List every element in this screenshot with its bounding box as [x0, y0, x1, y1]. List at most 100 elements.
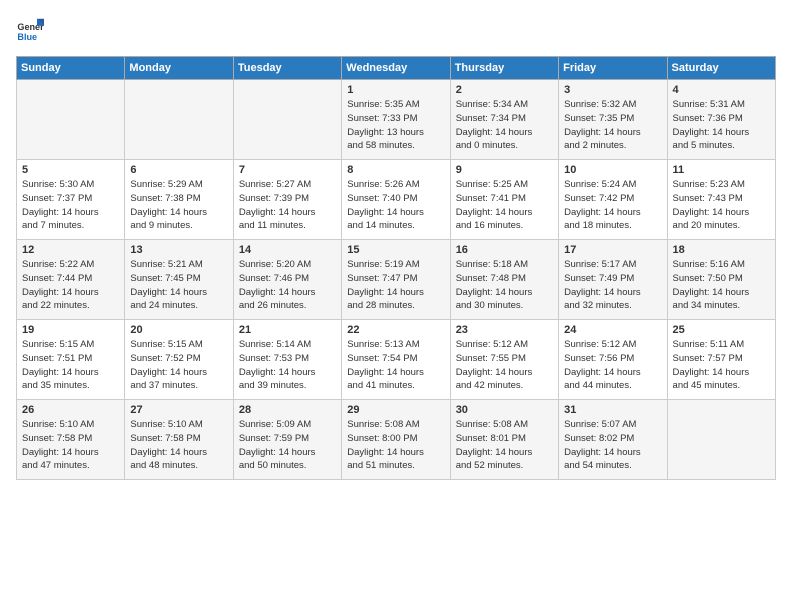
day-info: Sunrise: 5:10 AM Sunset: 7:58 PM Dayligh…	[22, 418, 119, 473]
day-info: Sunrise: 5:12 AM Sunset: 7:55 PM Dayligh…	[456, 338, 553, 393]
calendar-cell: 12 Sunrise: 5:22 AM Sunset: 7:44 PM Dayli…	[17, 240, 125, 320]
calendar-cell: 9 Sunrise: 5:25 AM Sunset: 7:41 PM Daylig…	[450, 160, 558, 240]
day-number: 28	[239, 404, 336, 416]
day-info: Sunrise: 5:27 AM Sunset: 7:39 PM Dayligh…	[239, 178, 336, 233]
day-info: Sunrise: 5:15 AM Sunset: 7:52 PM Dayligh…	[130, 338, 227, 393]
day-info: Sunrise: 5:08 AM Sunset: 8:01 PM Dayligh…	[456, 418, 553, 473]
header-wednesday: Wednesday	[342, 57, 450, 80]
day-info: Sunrise: 5:10 AM Sunset: 7:58 PM Dayligh…	[130, 418, 227, 473]
calendar-week-row: 5 Sunrise: 5:30 AM Sunset: 7:37 PM Daylig…	[17, 160, 776, 240]
day-number: 13	[130, 244, 227, 256]
calendar-cell: 31 Sunrise: 5:07 AM Sunset: 8:02 PM Dayli…	[559, 400, 667, 480]
header-friday: Friday	[559, 57, 667, 80]
calendar-cell: 5 Sunrise: 5:30 AM Sunset: 7:37 PM Daylig…	[17, 160, 125, 240]
day-info: Sunrise: 5:19 AM Sunset: 7:47 PM Dayligh…	[347, 258, 444, 313]
calendar-cell	[667, 400, 775, 480]
day-number: 5	[22, 164, 119, 176]
calendar-cell: 23Sunrise: 5:12 AM Sunset: 7:55 PM Dayli…	[450, 320, 558, 400]
day-number: 20	[130, 324, 227, 336]
day-number: 9	[456, 164, 553, 176]
day-info: Sunrise: 5:31 AM Sunset: 7:36 PM Dayligh…	[673, 98, 770, 153]
calendar-cell: 4 Sunrise: 5:31 AM Sunset: 7:36 PM Daylig…	[667, 80, 775, 160]
calendar-cell: 10Sunrise: 5:24 AM Sunset: 7:42 PM Dayli…	[559, 160, 667, 240]
day-info: Sunrise: 5:08 AM Sunset: 8:00 PM Dayligh…	[347, 418, 444, 473]
day-number: 22	[347, 324, 444, 336]
calendar-cell: 2 Sunrise: 5:34 AM Sunset: 7:34 PM Daylig…	[450, 80, 558, 160]
header-saturday: Saturday	[667, 57, 775, 80]
day-info: Sunrise: 5:14 AM Sunset: 7:53 PM Dayligh…	[239, 338, 336, 393]
calendar-week-row: 12 Sunrise: 5:22 AM Sunset: 7:44 PM Dayli…	[17, 240, 776, 320]
day-number: 18	[673, 244, 770, 256]
day-number: 3	[564, 84, 661, 96]
day-number: 21	[239, 324, 336, 336]
day-info: Sunrise: 5:20 AM Sunset: 7:46 PM Dayligh…	[239, 258, 336, 313]
day-number: 24	[564, 324, 661, 336]
day-number: 14	[239, 244, 336, 256]
header-sunday: Sunday	[17, 57, 125, 80]
calendar-cell: 1 Sunrise: 5:35 AM Sunset: 7:33 PM Daylig…	[342, 80, 450, 160]
calendar-cell: 6 Sunrise: 5:29 AM Sunset: 7:38 PM Daylig…	[125, 160, 233, 240]
calendar-cell: 11 Sunrise: 5:23 AM Sunset: 7:43 PM Dayli…	[667, 160, 775, 240]
day-number: 4	[673, 84, 770, 96]
logo-icon: General Blue	[16, 16, 44, 44]
calendar-week-row: 1 Sunrise: 5:35 AM Sunset: 7:33 PM Daylig…	[17, 80, 776, 160]
day-info: Sunrise: 5:12 AM Sunset: 7:56 PM Dayligh…	[564, 338, 661, 393]
day-number: 12	[22, 244, 119, 256]
calendar-cell: 22Sunrise: 5:13 AM Sunset: 7:54 PM Dayli…	[342, 320, 450, 400]
day-info: Sunrise: 5:32 AM Sunset: 7:35 PM Dayligh…	[564, 98, 661, 153]
day-info: Sunrise: 5:21 AM Sunset: 7:45 PM Dayligh…	[130, 258, 227, 313]
calendar-cell	[233, 80, 341, 160]
calendar-cell: 13 Sunrise: 5:21 AM Sunset: 7:45 PM Dayli…	[125, 240, 233, 320]
calendar-cell: 29 Sunrise: 5:08 AM Sunset: 8:00 PM Dayli…	[342, 400, 450, 480]
day-info: Sunrise: 5:35 AM Sunset: 7:33 PM Dayligh…	[347, 98, 444, 153]
header-monday: Monday	[125, 57, 233, 80]
calendar-cell: 16 Sunrise: 5:18 AM Sunset: 7:48 PM Dayli…	[450, 240, 558, 320]
day-info: Sunrise: 5:34 AM Sunset: 7:34 PM Dayligh…	[456, 98, 553, 153]
day-number: 19	[22, 324, 119, 336]
page-header: General Blue	[16, 16, 776, 44]
day-info: Sunrise: 5:30 AM Sunset: 7:37 PM Dayligh…	[22, 178, 119, 233]
calendar-cell: 15 Sunrise: 5:19 AM Sunset: 7:47 PM Dayli…	[342, 240, 450, 320]
calendar-cell: 17Sunrise: 5:17 AM Sunset: 7:49 PM Dayli…	[559, 240, 667, 320]
calendar-week-row: 26 Sunrise: 5:10 AM Sunset: 7:58 PM Dayli…	[17, 400, 776, 480]
day-number: 7	[239, 164, 336, 176]
day-number: 11	[673, 164, 770, 176]
day-number: 29	[347, 404, 444, 416]
day-info: Sunrise: 5:11 AM Sunset: 7:57 PM Dayligh…	[673, 338, 770, 393]
day-info: Sunrise: 5:24 AM Sunset: 7:42 PM Dayligh…	[564, 178, 661, 233]
day-number: 17	[564, 244, 661, 256]
day-info: Sunrise: 5:07 AM Sunset: 8:02 PM Dayligh…	[564, 418, 661, 473]
day-number: 31	[564, 404, 661, 416]
day-number: 2	[456, 84, 553, 96]
calendar-header-row: SundayMondayTuesdayWednesdayThursdayFrid…	[17, 57, 776, 80]
day-number: 6	[130, 164, 227, 176]
day-info: Sunrise: 5:29 AM Sunset: 7:38 PM Dayligh…	[130, 178, 227, 233]
calendar-cell: 30Sunrise: 5:08 AM Sunset: 8:01 PM Dayli…	[450, 400, 558, 480]
day-info: Sunrise: 5:26 AM Sunset: 7:40 PM Dayligh…	[347, 178, 444, 233]
day-number: 15	[347, 244, 444, 256]
day-info: Sunrise: 5:22 AM Sunset: 7:44 PM Dayligh…	[22, 258, 119, 313]
day-info: Sunrise: 5:15 AM Sunset: 7:51 PM Dayligh…	[22, 338, 119, 393]
calendar-cell: 26 Sunrise: 5:10 AM Sunset: 7:58 PM Dayli…	[17, 400, 125, 480]
calendar-cell: 3 Sunrise: 5:32 AM Sunset: 7:35 PM Daylig…	[559, 80, 667, 160]
header-thursday: Thursday	[450, 57, 558, 80]
calendar-cell	[125, 80, 233, 160]
day-info: Sunrise: 5:16 AM Sunset: 7:50 PM Dayligh…	[673, 258, 770, 313]
day-number: 26	[22, 404, 119, 416]
day-info: Sunrise: 5:25 AM Sunset: 7:41 PM Dayligh…	[456, 178, 553, 233]
calendar-table: SundayMondayTuesdayWednesdayThursdayFrid…	[16, 56, 776, 480]
day-number: 27	[130, 404, 227, 416]
day-number: 1	[347, 84, 444, 96]
calendar-cell: 8Sunrise: 5:26 AM Sunset: 7:40 PM Daylig…	[342, 160, 450, 240]
calendar-week-row: 19 Sunrise: 5:15 AM Sunset: 7:51 PM Dayli…	[17, 320, 776, 400]
day-info: Sunrise: 5:18 AM Sunset: 7:48 PM Dayligh…	[456, 258, 553, 313]
calendar-cell: 14 Sunrise: 5:20 AM Sunset: 7:46 PM Dayli…	[233, 240, 341, 320]
calendar-cell: 18 Sunrise: 5:16 AM Sunset: 7:50 PM Dayli…	[667, 240, 775, 320]
svg-text:Blue: Blue	[17, 32, 37, 42]
day-number: 16	[456, 244, 553, 256]
calendar-cell: 25Sunrise: 5:11 AM Sunset: 7:57 PM Dayli…	[667, 320, 775, 400]
day-info: Sunrise: 5:23 AM Sunset: 7:43 PM Dayligh…	[673, 178, 770, 233]
day-info: Sunrise: 5:09 AM Sunset: 7:59 PM Dayligh…	[239, 418, 336, 473]
calendar-cell	[17, 80, 125, 160]
calendar-cell: 24 Sunrise: 5:12 AM Sunset: 7:56 PM Dayli…	[559, 320, 667, 400]
